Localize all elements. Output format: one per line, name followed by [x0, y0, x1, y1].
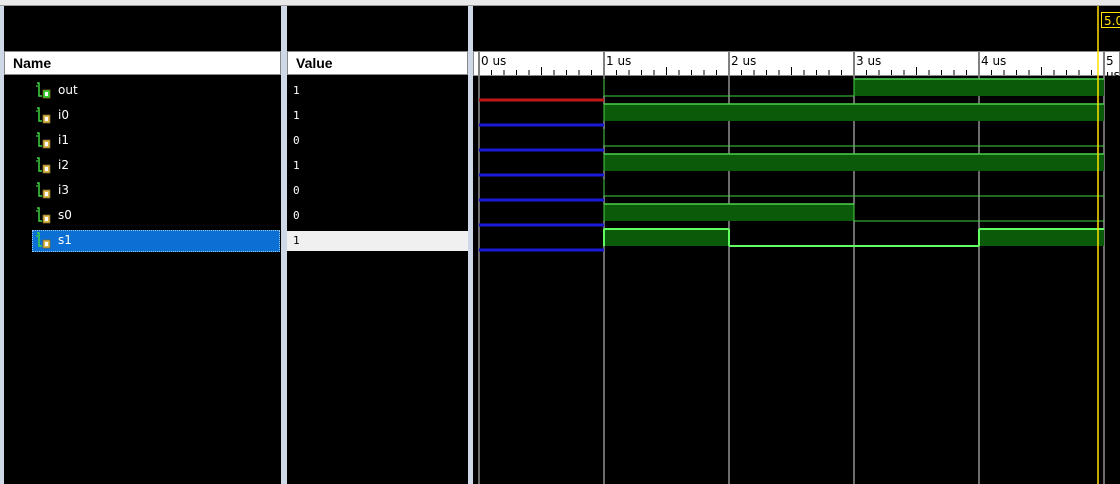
signal-row-s1[interactable]: s1	[4, 230, 281, 252]
signal-name-pane: Name out i0 i1 i2 i3 s0 s1	[4, 6, 281, 484]
signal-name: i3	[58, 183, 69, 197]
input-signal-icon	[36, 157, 51, 174]
input-signal-icon	[36, 182, 51, 199]
input-signal-icon	[36, 132, 51, 149]
signal-row-i2[interactable]: i2	[4, 155, 281, 175]
waveform-high-fill	[604, 204, 854, 221]
signal-value-i3[interactable]: 0	[287, 181, 468, 201]
signal-row-i1[interactable]: i1	[4, 130, 281, 150]
signal-value-i2[interactable]: 1	[287, 156, 468, 176]
input-signal-icon	[36, 232, 51, 249]
waveform-high-fill	[979, 229, 1104, 246]
signal-name: i1	[58, 133, 69, 147]
value-column-header[interactable]: Value	[287, 51, 468, 75]
signal-row-out[interactable]: out	[4, 80, 281, 100]
waveform-high-fill	[604, 229, 729, 246]
output-signal-icon	[36, 82, 51, 99]
cursor-time-label[interactable]: 5.0	[1101, 12, 1120, 28]
waveform-pane[interactable]: 0 us 1 us 2 us 3 us 4 us 5 us 5.0	[473, 6, 1120, 484]
signal-name: i0	[58, 108, 69, 122]
waveform-high-fill	[854, 79, 1104, 96]
signal-name: s1	[58, 233, 72, 247]
input-signal-icon	[36, 207, 51, 224]
name-column-header[interactable]: Name	[4, 51, 281, 75]
signal-value-i1[interactable]: 0	[287, 131, 468, 151]
waveform-canvas[interactable]	[473, 6, 1120, 484]
signal-value-s0[interactable]: 0	[287, 206, 468, 226]
signal-row-s0[interactable]: s0	[4, 205, 281, 225]
signal-name: out	[58, 83, 78, 97]
signal-row-i0[interactable]: i0	[4, 105, 281, 125]
signal-value-s1[interactable]: 1	[287, 231, 468, 251]
signal-value-pane: Value 1 1 0 1 0 0 1	[287, 6, 468, 484]
signal-value-i0[interactable]: 1	[287, 106, 468, 126]
signal-row-i3[interactable]: i3	[4, 180, 281, 200]
signal-name: i2	[58, 158, 69, 172]
waveform-high-fill	[604, 104, 1104, 121]
signal-name: s0	[58, 208, 72, 222]
waveform-high-fill	[604, 154, 1104, 171]
input-signal-icon	[36, 107, 51, 124]
signal-value-out[interactable]: 1	[287, 81, 468, 101]
